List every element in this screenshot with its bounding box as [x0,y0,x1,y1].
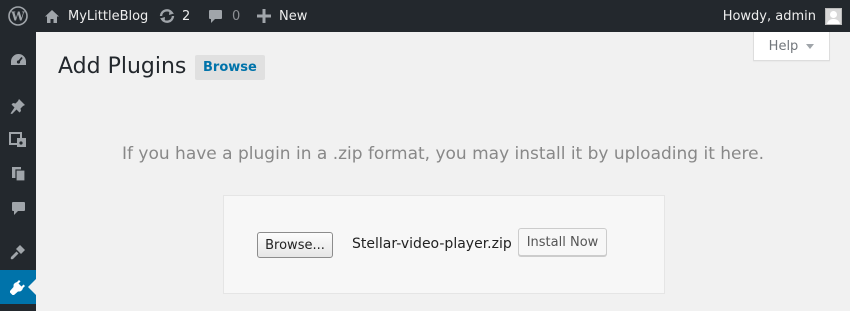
pin-icon [10,99,25,114]
menu-item-plugins[interactable] [0,270,36,304]
selected-file-name: Stellar-video-player.zip [352,236,512,252]
site-name: MyLittleBlog [68,8,149,24]
new-label: New [279,8,308,24]
pages-icon [11,167,26,182]
media-icon [9,132,26,147]
menu-item-dashboard[interactable] [0,43,36,77]
avatar [825,7,842,25]
comments-count: 0 [232,8,241,24]
admin-menu [0,32,36,311]
greeting: Howdy, admin [722,8,816,24]
appearance-icon [10,245,25,260]
my-account-link[interactable]: Howdy, admin [723,0,842,32]
menu-item-pages[interactable] [0,157,36,191]
menu-item-appearance[interactable] [0,235,36,269]
dashboard-icon [10,54,26,65]
caret-down-icon [806,43,815,49]
comments-link[interactable]: 0 [208,0,240,32]
wordpress-logo-icon: W [8,6,28,26]
plus-icon [257,9,271,23]
site-name-link[interactable]: MyLittleBlog [44,0,148,32]
help-label: Help [768,38,799,54]
wordpress-logo-button[interactable]: W [8,0,28,32]
updates-icon [159,9,175,23]
menu-item-media[interactable] [0,123,36,157]
updates-count: 2 [182,8,191,24]
admin-bar: W MyLittleBlog 2 0 New Howdy, admin [0,0,850,32]
new-content-link[interactable]: New [257,0,307,32]
upload-help-text: If you have a plugin in a .zip format, y… [122,144,764,164]
help-tab[interactable]: Help [753,32,830,61]
menu-item-posts[interactable] [0,89,36,123]
browse-file-button[interactable]: Browse... [257,232,333,258]
svg-text:W: W [10,10,25,24]
updates-link[interactable]: 2 [158,0,190,32]
comments-icon [11,201,25,215]
home-icon [45,9,59,23]
plugins-icon [10,280,25,295]
comment-bubble-icon [209,9,222,23]
upload-form: Browse... Stellar-video-player.zip Insta… [223,195,665,294]
menu-item-comments[interactable] [0,191,36,225]
page-title: Add Plugins [58,54,187,79]
browse-plugins-button[interactable]: Browse [195,55,265,80]
install-now-button[interactable]: Install Now [518,228,607,256]
